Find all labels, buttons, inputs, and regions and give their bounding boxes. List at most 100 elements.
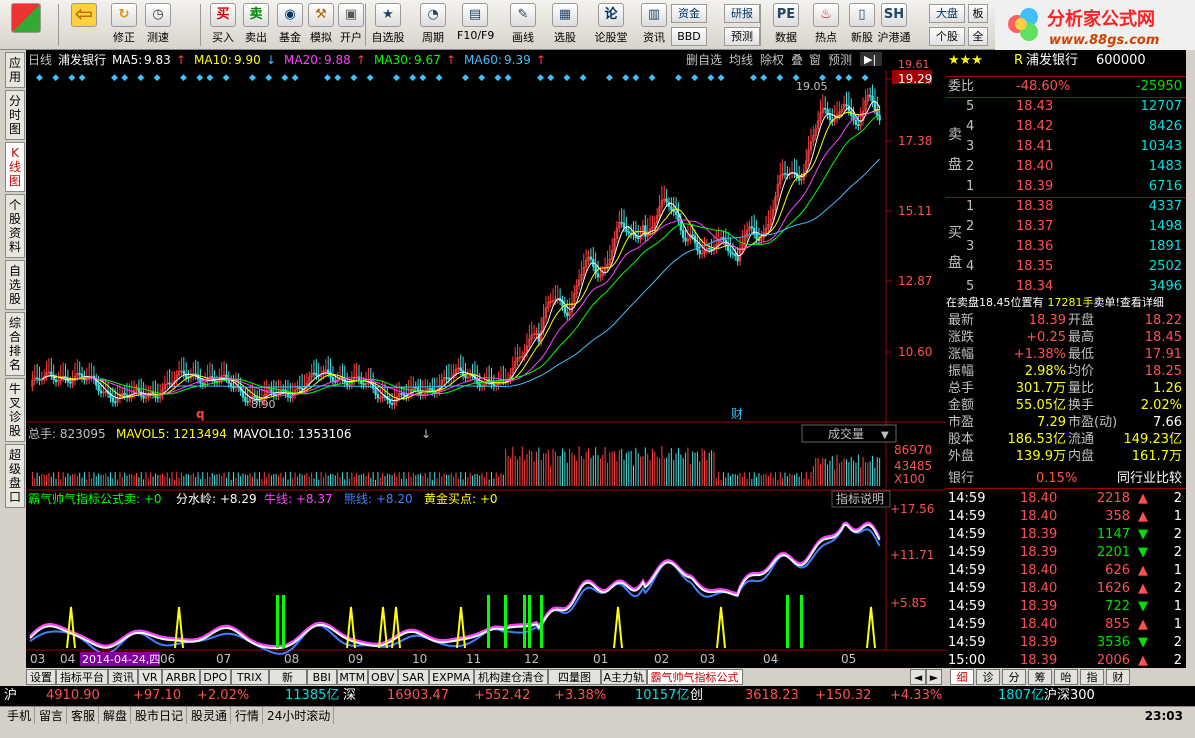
link-6[interactable]: 行情: [232, 707, 264, 725]
toolbar-back-arrow-button[interactable]: ⇦: [66, 2, 102, 48]
scroll-right-button[interactable]: ►: [926, 669, 942, 685]
quote-tab-5[interactable]: 指: [1080, 669, 1104, 685]
indicator-tab-2[interactable]: 资讯: [108, 669, 138, 685]
indicator-tab-11[interactable]: SAR: [398, 669, 429, 685]
link-4[interactable]: 股市日记: [132, 707, 188, 725]
indicator-tab-5[interactable]: DPO: [200, 669, 231, 685]
quote-tab-1[interactable]: 诊: [976, 669, 1000, 685]
indicator-tab-12[interactable]: EXPMA: [428, 669, 474, 685]
indicator-tab-10[interactable]: OBV: [367, 669, 398, 685]
indicator-tab-16[interactable]: 霸气帅气指标公式: [646, 669, 743, 685]
signal-diamond-icon: ◆: [265, 73, 272, 83]
indicator-tab-15[interactable]: A主力轨迹: [601, 669, 647, 699]
toolbar-mini-button-3[interactable]: 预测: [724, 27, 760, 46]
toolbar-lock-button[interactable]: ▣ 开户: [333, 2, 369, 48]
sz-index: 16903.47: [387, 688, 450, 703]
kline-chart-svg[interactable]: 日线 浦发银行 MA5: 9.83 ↑ MA10: 9.90 ↓ MA20: 9.88 ↑ MA3…: [26, 50, 946, 668]
chart-top-button-1[interactable]: 均线: [729, 53, 753, 67]
quote-tab-4[interactable]: 咍: [1054, 669, 1078, 685]
toolbar-ipo-button[interactable]: ▯ 新股: [844, 2, 880, 48]
quote-tab-3[interactable]: 筹: [1028, 669, 1052, 685]
quote-tab-2[interactable]: 分: [1002, 669, 1026, 685]
quote-row-5-cell: 55.05亿: [1015, 398, 1066, 413]
side-tab-6[interactable]: 牛叉诊股: [5, 378, 25, 442]
indicator-tab-4[interactable]: ARBR: [162, 669, 200, 685]
month-label: 07: [216, 652, 231, 666]
side-tab-3[interactable]: 个股资料: [5, 194, 25, 258]
indicator-tab-0[interactable]: 设置: [26, 669, 56, 685]
tick-row-8-cell: 18.39: [1020, 635, 1058, 650]
big-order-notice[interactable]: 在卖盘18.45位置有 17281手卖单!查看详细: [946, 294, 1186, 312]
signal-diamond-icon: ◆: [68, 73, 75, 83]
link-3[interactable]: 解盘: [100, 707, 132, 725]
toolbar-star-folder-button[interactable]: ★ 自选股: [370, 2, 406, 48]
side-tab-5[interactable]: 综合排名: [5, 312, 25, 376]
toolbar-mini-button-2[interactable]: 研报: [724, 4, 760, 23]
side-tab-7[interactable]: 超级盘口: [5, 444, 25, 508]
side-tab-0[interactable]: 应用: [5, 52, 25, 88]
indicator-tab-3[interactable]: VR: [138, 669, 162, 685]
candle-body: [315, 372, 318, 376]
volume-type-dropdown[interactable]: 成交量 ▼: [801, 424, 897, 443]
indicator-axis-label: +5.85: [890, 596, 927, 610]
toolbar-pe-data-button[interactable]: PE 数据: [768, 2, 804, 48]
kline-chart-area[interactable]: 日线 浦发银行 MA5: 9.83 ↑ MA10: 9.90 ↓ MA20: 9.88 ↑ MA3…: [26, 50, 946, 668]
toolbar-mini-button-6[interactable]: 板: [968, 4, 988, 23]
chart-top-button-2[interactable]: 除权: [760, 52, 784, 67]
quote-row-8-cell: 外盘: [948, 449, 975, 464]
toolbar-clock-menu-button[interactable]: ◔ 周期: [415, 2, 451, 48]
toolbar-fire-button[interactable]: ♨ 热点: [808, 2, 844, 48]
side-tab-2[interactable]: K线图: [5, 142, 25, 192]
signal-diamond-icon: ◆: [478, 73, 485, 83]
side-tab-1[interactable]: 分时图: [5, 90, 25, 140]
indicator-tab-8[interactable]: BBI: [306, 669, 337, 685]
cy-label: 创: [690, 688, 704, 703]
toolbar-pencil-button[interactable]: ✎ 画线: [505, 2, 541, 48]
chart-top-button-3[interactable]: 叠: [791, 53, 803, 67]
quote-tab-6[interactable]: 财: [1106, 669, 1130, 685]
link-5[interactable]: 股灵通: [188, 707, 232, 725]
indicator-tab-6[interactable]: TRIX: [230, 669, 269, 685]
link-7[interactable]: 24小时滚动: [264, 707, 335, 725]
toolbar-mini-button-1[interactable]: BBD: [671, 27, 707, 46]
toolbar-buy-button[interactable]: 买买入: [205, 2, 241, 48]
toolbar-sell-button[interactable]: 卖卖出: [238, 2, 274, 48]
q-marker: q: [196, 407, 205, 421]
quote-tab-0[interactable]: 细: [950, 669, 974, 685]
arrow-down-icon: ▼: [1138, 545, 1148, 560]
toolbar-mini-button-5[interactable]: 个股: [929, 27, 965, 46]
toolbar-sh-hk-button[interactable]: SH 沪港通: [876, 2, 912, 48]
link-2[interactable]: 客服: [68, 707, 100, 725]
indicator-tab-13[interactable]: 机构建仓清仓: [474, 669, 548, 685]
indicator-tab-1[interactable]: 指标平台: [56, 669, 108, 685]
toolbar-separator: [365, 4, 366, 46]
link-0[interactable]: 手机: [4, 707, 36, 725]
toolbar-mini-button-4[interactable]: 大盘: [929, 4, 965, 23]
scroll-left-button[interactable]: ◄: [910, 669, 926, 685]
toolbar-refresh-button[interactable]: ↻ 修正: [106, 2, 142, 48]
toolbar-news-button[interactable]: ▥ 资讯: [636, 2, 672, 48]
bid-row-3-cell: 3: [966, 239, 975, 254]
toolbar-screen-button[interactable]: ▦ 选股: [547, 2, 583, 48]
month-label: 10: [412, 652, 427, 666]
toolbar-label: F10/F9: [457, 29, 495, 42]
toolbar-mini-button-7[interactable]: 全: [968, 27, 988, 46]
vol-total-arrow: ↓: [421, 427, 431, 441]
toolbar-clock-button[interactable]: ◷ 测速: [140, 2, 176, 48]
toolbar-talk-button[interactable]: 论论股堂: [593, 2, 629, 48]
chart-top-button-0[interactable]: 删自选: [686, 53, 722, 67]
link-1[interactable]: 留言: [36, 707, 68, 725]
indicator-tab-7[interactable]: 新DMA: [268, 669, 307, 699]
side-tab-4[interactable]: 自选股: [5, 260, 25, 310]
chart-top-button-4[interactable]: 窗: [809, 53, 821, 67]
indicator-tab-14[interactable]: 四量图NEW: [548, 669, 601, 699]
toolbar-windows-logo-button[interactable]: [8, 2, 44, 48]
signal-diamond-icon: ◆: [196, 73, 203, 83]
indicator-tab-9[interactable]: MTM: [337, 669, 368, 685]
chart-top-button-5[interactable]: 预测: [828, 53, 852, 67]
toolbar-mini-button-0[interactable]: 资金: [671, 4, 707, 23]
notice-vol: 17281手: [1047, 296, 1094, 309]
toolbar-document-button[interactable]: ▤ F10/F9: [457, 2, 495, 48]
indicator-explain-button[interactable]: 指标说明: [831, 490, 891, 508]
notice-link[interactable]: 查看详细: [1120, 296, 1164, 309]
